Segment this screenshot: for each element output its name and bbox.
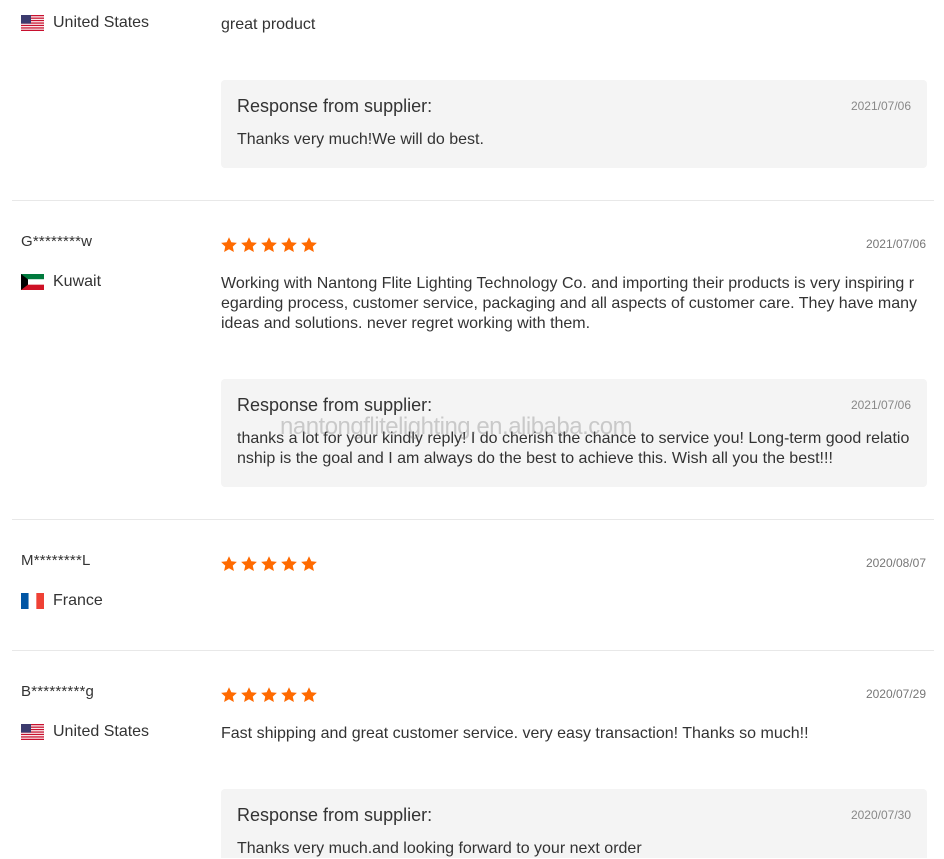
country: Kuwait	[21, 273, 101, 291]
review-date: 2020/07/29	[865, 687, 926, 701]
review-text: Fast shipping and great customer service…	[221, 725, 809, 742]
response-title: Response from supplier:	[237, 96, 433, 116]
response-text: thanks a lot for your kindly reply! I do…	[237, 430, 910, 467]
star-icon	[241, 556, 257, 572]
star-icon	[261, 237, 277, 253]
country-name: Kuwait	[53, 273, 102, 290]
star-icon	[221, 237, 237, 253]
country-name: United States	[53, 14, 150, 31]
star-rating	[220, 555, 318, 573]
divider	[12, 519, 934, 520]
us-flag-icon	[21, 15, 44, 31]
star-icon	[261, 687, 277, 703]
response-text: Thanks very much.and looking forward to …	[237, 840, 642, 857]
reviewer-name: G********w	[21, 233, 93, 250]
supplier-response: Response from supplier: 2021/07/06 thank…	[221, 379, 927, 487]
country: United States	[21, 14, 149, 32]
star-icon	[221, 556, 237, 572]
country-name: France	[53, 592, 103, 609]
response-title: Response from supplier:	[237, 395, 433, 415]
star-rating	[220, 686, 318, 704]
country: United States	[21, 723, 149, 741]
reviewer-name: M********L	[21, 552, 91, 569]
response-date: 2020/07/30	[850, 808, 911, 822]
star-icon	[281, 237, 297, 253]
star-icon	[241, 687, 257, 703]
star-icon	[301, 687, 317, 703]
country: France	[21, 592, 103, 610]
star-icon	[301, 556, 317, 572]
review-date: 2021/07/06	[865, 237, 926, 251]
star-icon	[281, 687, 297, 703]
country-name: United States	[53, 723, 150, 740]
divider	[12, 650, 934, 651]
star-icon	[241, 237, 257, 253]
review-text: great product	[221, 16, 316, 33]
review-date: 2020/08/07	[865, 556, 926, 570]
review-text: Working with Nantong Flite Lighting Tech…	[221, 275, 918, 332]
response-date: 2021/07/06	[850, 398, 911, 412]
supplier-response: Response from supplier: 2020/07/30 Thank…	[221, 789, 927, 858]
france-flag-icon	[21, 593, 44, 609]
divider	[12, 200, 934, 201]
reviewer-name: B*********g	[21, 683, 95, 700]
star-icon	[221, 687, 237, 703]
kuwait-flag-icon	[21, 274, 44, 290]
star-rating	[220, 236, 318, 254]
star-icon	[281, 556, 297, 572]
star-icon	[261, 556, 277, 572]
us-flag-icon	[21, 724, 44, 740]
response-title: Response from supplier:	[237, 805, 433, 825]
star-icon	[301, 237, 317, 253]
response-text: Thanks very much!We will do best.	[237, 131, 484, 148]
response-date: 2021/07/06	[850, 99, 911, 113]
supplier-response: Response from supplier: 2021/07/06 Thank…	[221, 80, 927, 168]
